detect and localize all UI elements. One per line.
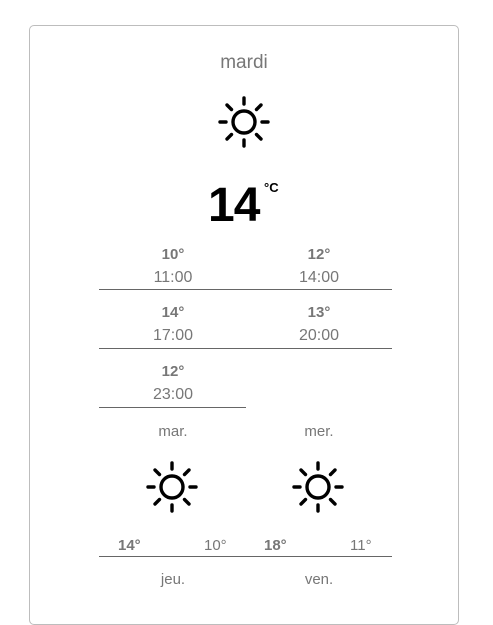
temperature-unit: °C — [264, 180, 279, 195]
divider — [99, 289, 392, 290]
hourly-time: 14:00 — [298, 269, 340, 286]
sun-icon — [218, 96, 270, 148]
hourly-item: 12° 14:00 — [246, 246, 392, 304]
hourly-temp: 12° — [307, 246, 331, 263]
divider — [99, 407, 246, 408]
sun-icon — [292, 461, 344, 513]
forecast-max-temp: 18° — [264, 537, 287, 554]
hourly-time: 20:00 — [298, 327, 340, 344]
hourly-item: 14° 17:00 — [100, 304, 246, 362]
divider — [99, 348, 392, 349]
current-temperature: 14 °C — [208, 178, 279, 234]
current-day-title: mardi — [220, 52, 268, 73]
forecast-day-label: mer. — [304, 423, 334, 440]
forecast-min-temp: 11° — [350, 537, 372, 554]
hourly-temp: 14° — [161, 304, 185, 321]
forecast-max-temp: 14° — [118, 537, 141, 554]
hourly-item: 13° 20:00 — [246, 304, 392, 362]
forecast-day-label: mar. — [158, 423, 188, 440]
temperature-value: 14 — [208, 179, 260, 232]
hourly-temp: 13° — [307, 304, 331, 321]
hourly-time: 11:00 — [153, 269, 193, 286]
hourly-item: 10° 11:00 — [100, 246, 246, 304]
hourly-time: 23:00 — [152, 386, 194, 403]
forecast-min-temp: 10° — [204, 537, 227, 554]
weather-widget: mardi 14 °C 10° 11:00 12° 14:00 14° 17:0… — [29, 25, 459, 625]
divider — [99, 556, 392, 557]
sun-icon — [146, 461, 198, 513]
hourly-time: 17:00 — [152, 327, 194, 344]
hourly-temp: 12° — [161, 363, 185, 380]
hourly-item: 12° 23:00 — [100, 363, 246, 421]
hourly-temp: 10° — [161, 246, 185, 263]
